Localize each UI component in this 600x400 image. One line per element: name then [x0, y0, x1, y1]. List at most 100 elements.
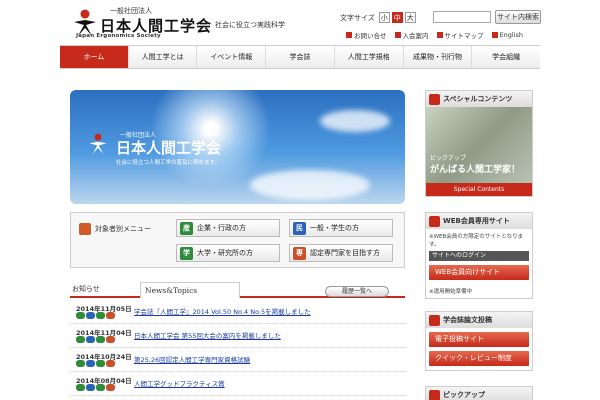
nav-item-publications[interactable]: 成果物・刊行物: [402, 46, 472, 68]
font-size-small-button[interactable]: 小: [378, 12, 390, 23]
special-contents-title: スペシャルコンテンツ: [443, 95, 513, 103]
special-contents-photo: ピックアップ がんばる人間工学家！: [426, 107, 532, 183]
special-contents-box[interactable]: スペシャルコンテンツ ピックアップ がんばる人間工学家！ Special Con…: [425, 90, 533, 197]
hero-tagline: 社会に役立つ人間工学の普及に努めます。: [116, 160, 220, 166]
audience-button-academia[interactable]: 学 大学・研究所の方: [176, 244, 280, 262]
site-header: 一般社団法人 日本人間工学会 Japan Ergonomics Society …: [0, 0, 600, 44]
document-icon: [429, 314, 440, 326]
news-tags: [76, 384, 115, 391]
audience-button-public[interactable]: 民 一般・学生の方: [289, 219, 393, 237]
audience-button-label: 一般・学生の方: [310, 224, 359, 232]
news-history-button[interactable]: 履歴一覧へ: [325, 286, 389, 297]
news-link[interactable]: 学会誌『人間工学』2014 Vol.50 No.4 No.5を掲載しました: [134, 306, 311, 316]
util-link-label: サイトマップ: [444, 32, 484, 40]
news-tag-dot: [86, 384, 95, 391]
font-size-large-button[interactable]: 大: [404, 12, 416, 23]
nav-item-standards[interactable]: 人間工学規格: [333, 46, 403, 68]
hero-logo-mark-icon: [89, 133, 107, 154]
news-tag-dot: [76, 360, 85, 367]
nav-item-events[interactable]: イベント情報: [196, 46, 265, 68]
news-tag-dot: [96, 360, 105, 367]
news-tag-dot: [76, 384, 85, 391]
nav-item-about[interactable]: 人間工学とは: [127, 46, 197, 68]
news-item: 2014年11月05日 学会誌『人間工学』2014 Vol.50 No.4 No…: [70, 302, 405, 324]
logo-tagline: 社会に役立つ実践科学: [215, 21, 285, 29]
special-caption: ピックアップ: [430, 155, 467, 162]
site-logo[interactable]: 一般社団法人 日本人間工学会 Japan Ergonomics Society …: [72, 6, 302, 40]
audience-badge: 産: [180, 221, 193, 235]
pin-icon: [429, 389, 440, 400]
news-tag-dot: [76, 312, 85, 319]
news-tag-dot: [106, 360, 115, 367]
members-site-box: WEB会員専用サイト ※WEB会員の方限定のサイトとなります。 サイトへのログイ…: [425, 212, 533, 299]
news-tags: [76, 360, 115, 367]
members-site-title: WEB会員専用サイト: [443, 217, 510, 225]
pickup-title: ピックアップ: [443, 391, 485, 399]
members-site-status: ※運用開始準備中: [429, 289, 473, 295]
hero-org-name: 日本人間工学会: [116, 139, 222, 157]
news-tag-dot: [96, 312, 105, 319]
font-size-medium-button[interactable]: 中: [391, 12, 403, 23]
e-submission-button[interactable]: 電子投稿サイト: [429, 332, 529, 347]
globe-icon: [491, 32, 498, 38]
util-link-english[interactable]: English: [491, 30, 523, 40]
news-link[interactable]: 日本人間工学会 第55回大会の案内を掲載しました: [134, 330, 281, 340]
news-tag-dot: [106, 384, 115, 391]
util-link-membership[interactable]: 入会案内: [394, 30, 429, 40]
util-link-label: 入会案内: [402, 32, 429, 40]
special-caption-main: がんばる人間工学家！: [430, 165, 521, 175]
news-item: 2014年08月04日 人間工学グッドプラクティス賞: [70, 374, 405, 396]
pickup-box: ピックアップ: [425, 386, 533, 400]
util-link-contact[interactable]: お問い合せ: [346, 30, 387, 40]
util-link-sitemap[interactable]: サイトマップ: [436, 30, 484, 40]
nav-item-organization[interactable]: 学会組織: [471, 46, 540, 68]
nav-item-journal[interactable]: 学会誌: [265, 46, 334, 68]
submission-box: 学会誌論文投稿 電子投稿サイト クイック・レビュー制度: [425, 311, 533, 371]
members-site-button[interactable]: WEB会員向けサイト: [429, 265, 529, 280]
nav-item-home[interactable]: ホーム: [60, 46, 128, 68]
audience-button-industry[interactable]: 産 企業・行政の方: [176, 219, 280, 237]
members-site-header: WEB会員専用サイト: [426, 213, 532, 229]
logo-org-name-en: Japan Ergonomics Society: [76, 33, 161, 39]
person-icon: [79, 223, 91, 235]
news-tag-dot: [86, 312, 95, 319]
news-link[interactable]: 人間工学グッドプラクティス賞: [134, 378, 225, 388]
submission-header: 学会誌論文投稿: [426, 312, 532, 328]
news-tag-dot: [96, 384, 105, 391]
star-icon: [429, 93, 440, 105]
news-tag-dot: [76, 336, 85, 343]
user-icon: [394, 32, 401, 38]
util-link-label: お問い合せ: [354, 32, 387, 40]
news-tag-dot: [86, 360, 95, 367]
hero-cloud: [320, 110, 390, 132]
mail-icon: [346, 32, 352, 38]
news-link[interactable]: 第25,26回認定人間工学専門家資格試験: [134, 354, 250, 364]
font-size-switcher: 文字サイズ 小 中 大: [340, 12, 416, 23]
audience-badge: 専: [293, 246, 306, 260]
lock-icon: [429, 215, 440, 227]
site-search-button[interactable]: サイト内検索: [495, 10, 541, 24]
news-tag-dot: [106, 336, 115, 343]
util-link-label: English: [499, 31, 523, 39]
members-login-label: サイトへのログイン: [429, 251, 529, 261]
audience-menu: 対象者別メニュー 産 企業・行政の方 民 一般・学生の方 学 大学・研究所の方 …: [70, 212, 405, 268]
site-search-input[interactable]: [433, 11, 491, 23]
audience-menu-title: 対象者別メニュー: [95, 225, 151, 233]
news-tag-dot: [96, 336, 105, 343]
audience-button-certified[interactable]: 専 認定専門家を目指す方: [289, 244, 393, 262]
utility-links: お問い合せ 入会案内 サイトマップ English: [346, 30, 523, 40]
font-size-label: 文字サイズ: [340, 13, 375, 22]
audience-badge: 学: [180, 246, 193, 260]
audience-button-label: 大学・研究所の方: [197, 249, 253, 257]
special-contents-header: スペシャルコンテンツ: [426, 91, 532, 107]
audience-menu-label: 対象者別メニュー: [79, 223, 151, 235]
news-item: 2014年10月24日 第25,26回認定人間工学専門家資格試験: [70, 350, 405, 372]
news-tags: [76, 336, 115, 343]
quick-review-button[interactable]: クイック・レビュー制度: [429, 351, 529, 366]
sitemap-icon: [436, 32, 443, 38]
tab-notice[interactable]: お知らせ: [72, 284, 100, 294]
news-tag-dot: [86, 336, 95, 343]
special-contents-bar: Special Contents: [426, 183, 532, 196]
pickup-header: ピックアップ: [426, 387, 532, 400]
tab-news-topics[interactable]: News&Topics: [140, 282, 240, 298]
